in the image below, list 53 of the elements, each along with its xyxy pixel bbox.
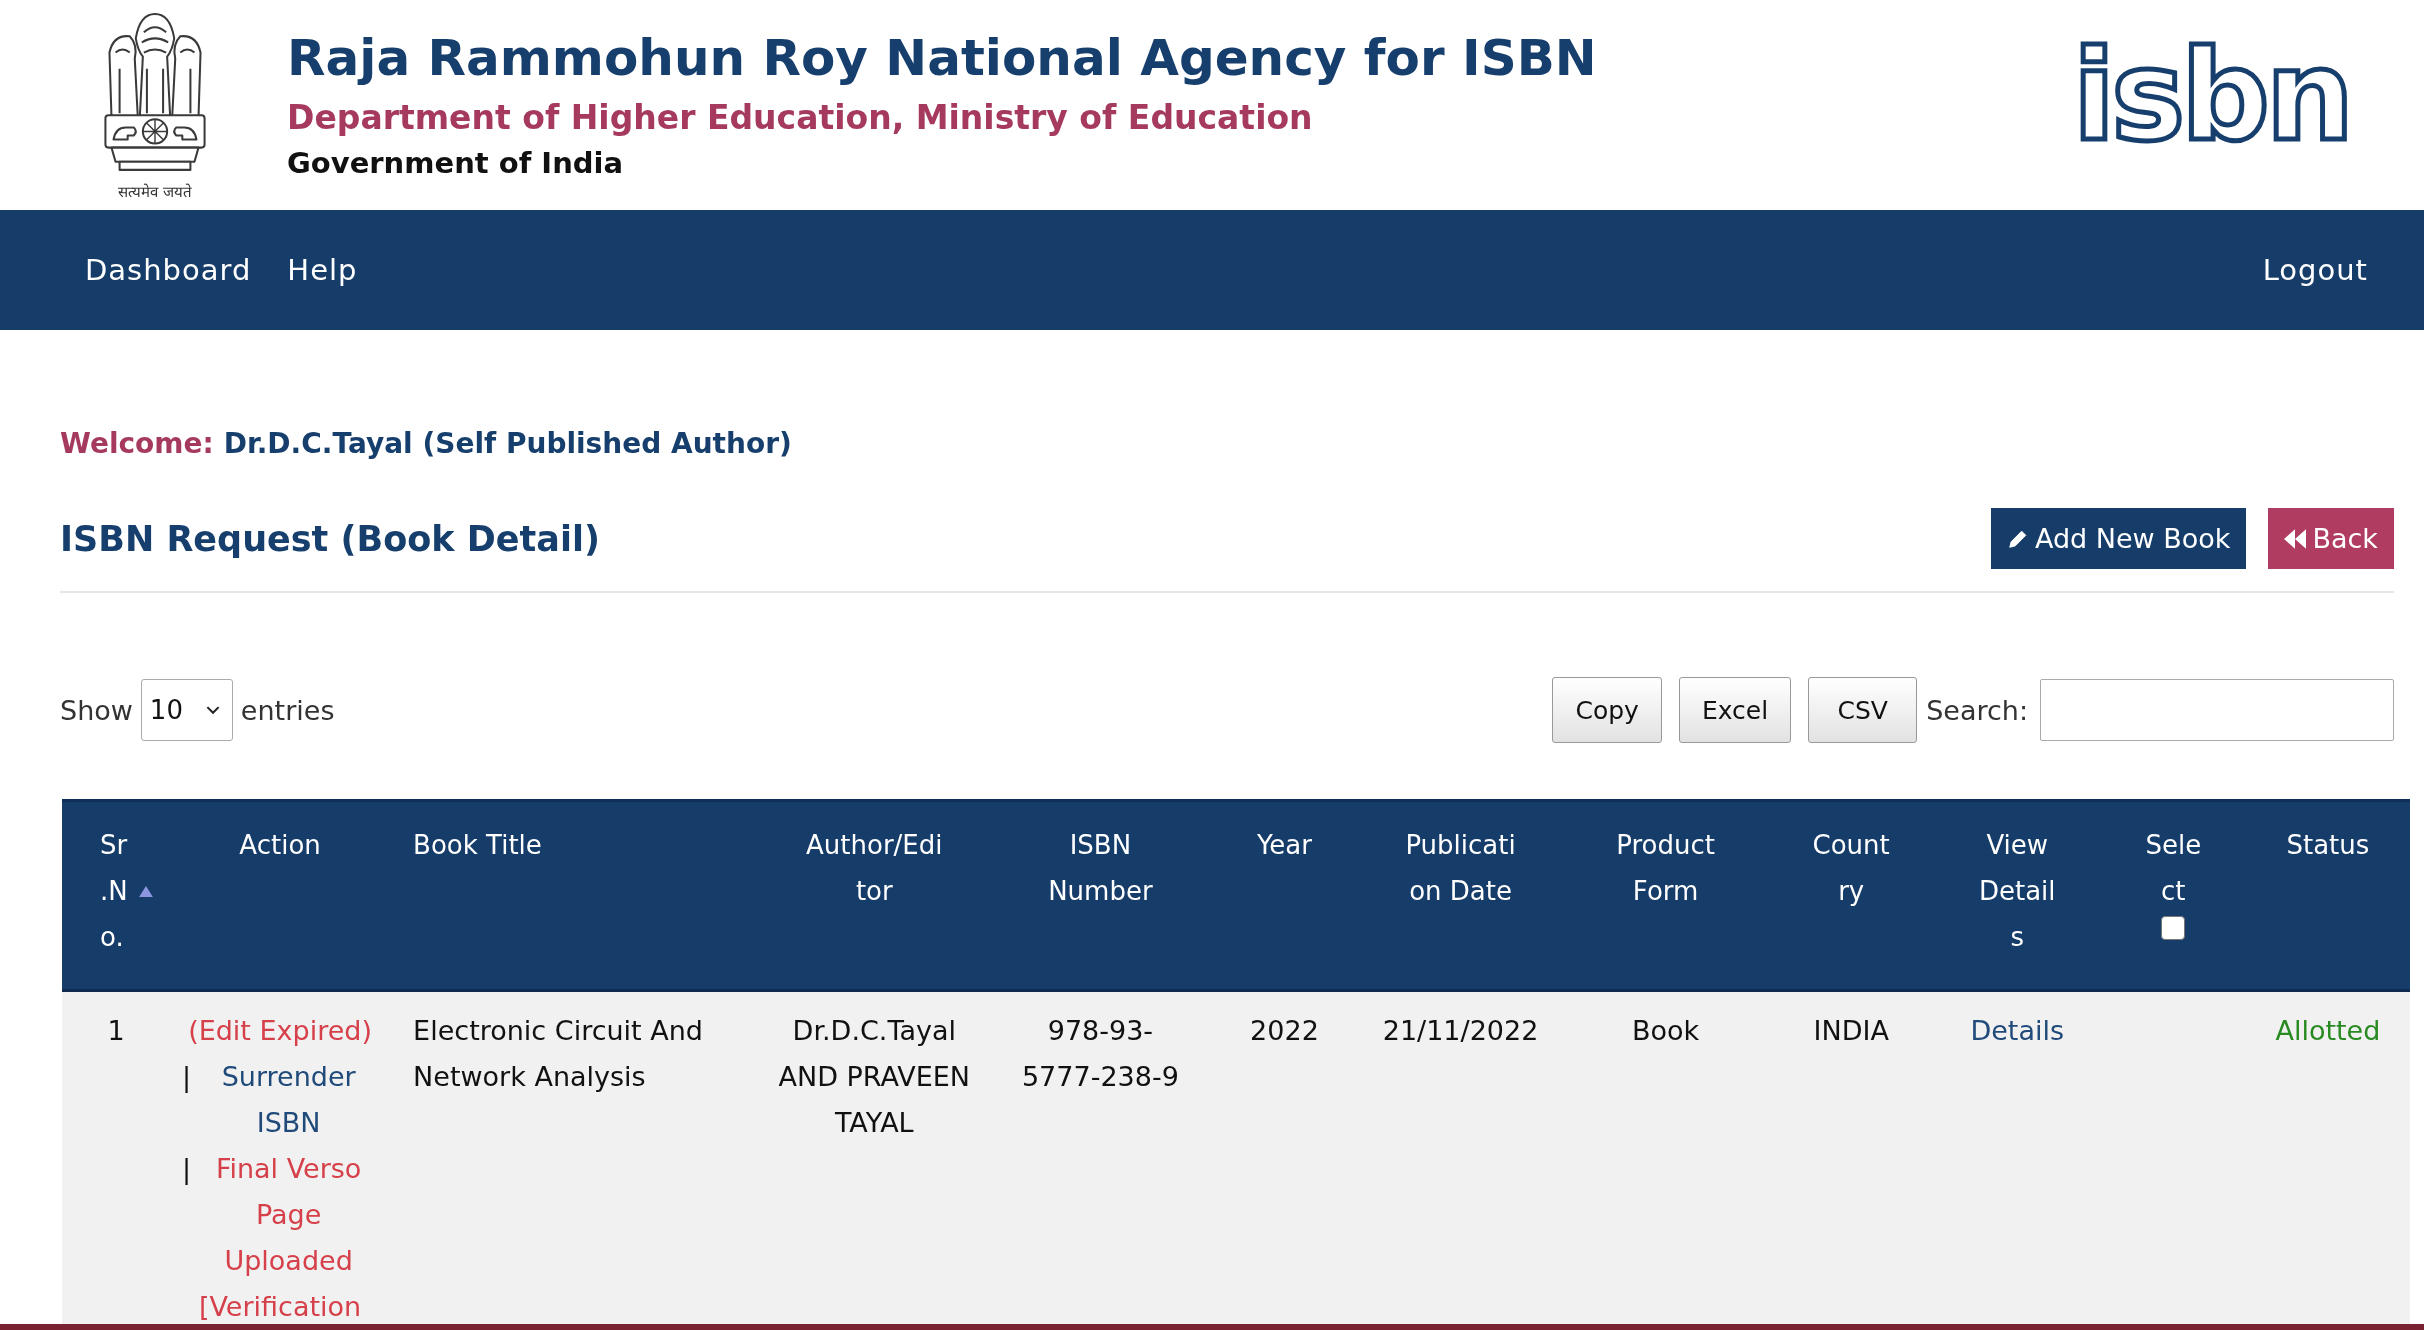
search-label: Search:: [1926, 694, 2028, 726]
export-button[interactable]: Copy: [1552, 677, 1662, 743]
chevron-down-icon: [205, 705, 220, 715]
column-header[interactable]: View Details: [1975, 822, 2059, 960]
sort-up-icon: [139, 885, 154, 897]
back-button[interactable]: Back: [2268, 508, 2394, 569]
emblem-motto: सत्यमेव जयते: [118, 182, 192, 202]
book-title: Electronic Circuit And Network Analysis: [413, 1015, 703, 1092]
publication-date: 21/11/2022: [1382, 1015, 1539, 1046]
department-subtitle: Department of Higher Education, Ministry of Education: [287, 97, 1314, 139]
agency-title: Raja Rammohun Roy National Agency for ISBN: [287, 28, 1597, 88]
show-label: Show: [60, 694, 133, 726]
country-text: INDIA: [1813, 1015, 1889, 1046]
double-arrow-left-icon: [2284, 528, 2307, 549]
nav-link[interactable]: Help: [287, 253, 358, 287]
column-header[interactable]: Status: [2286, 822, 2370, 868]
year-text: 2022: [1250, 1015, 1319, 1046]
action-link[interactable]: [Verification: [198, 1284, 362, 1324]
welcome-label: Welcome:: [60, 426, 214, 462]
column-header[interactable]: Country: [1810, 822, 1893, 914]
column-header[interactable]: Select: [2142, 822, 2205, 914]
product-form: Book: [1632, 1015, 1700, 1046]
status-text: Allotted: [2275, 1015, 2381, 1046]
column-header[interactable]: Action: [239, 822, 321, 868]
export-button[interactable]: CSV: [1808, 677, 1918, 743]
column-header[interactable]: Book Title: [413, 822, 542, 868]
column-header[interactable]: Year: [1256, 822, 1312, 868]
select-all-checkbox[interactable]: [2161, 916, 2186, 940]
entries-select[interactable]: 10: [140, 679, 233, 741]
search-field[interactable]: [2040, 679, 2394, 741]
column-header[interactable]: ISBN Number: [1035, 822, 1166, 914]
action-link[interactable]: Final Verso Page Uploaded: [199, 1146, 379, 1284]
row-number: 1: [107, 1015, 125, 1046]
entries-label: entries: [240, 694, 335, 726]
column-header[interactable]: Publication Date: [1397, 822, 1524, 914]
logout-link[interactable]: Logout: [2262, 253, 2368, 287]
column-header[interactable]: Product Form: [1600, 822, 1731, 914]
separator-text: |: [182, 1152, 192, 1187]
details-link[interactable]: Details: [1970, 1015, 2065, 1046]
author-name: Dr.D.C.Tayal AND PRAVEEN TAYAL: [778, 1015, 971, 1138]
column-header[interactable]: Author/Editor: [803, 822, 946, 914]
action-link[interactable]: Surrender ISBN: [199, 1054, 379, 1146]
action-link[interactable]: (Edit Expired): [188, 1008, 372, 1054]
add-book-button[interactable]: Add New Book: [1990, 508, 2247, 569]
government-text: Government of India: [287, 145, 625, 182]
separator-text: |: [182, 1060, 192, 1095]
nav-link[interactable]: Dashboard: [85, 253, 252, 287]
isbn-number: 978-93-5777-238-9: [1021, 1015, 1179, 1092]
page-title: ISBN Request (Book Detail): [60, 517, 600, 561]
user-name: Dr.D.C.Tayal (Self Published Author): [223, 426, 792, 462]
isbn-logo: isbn: [2072, 34, 2350, 158]
export-button[interactable]: Excel: [1678, 677, 1792, 743]
column-header[interactable]: Sr.No.: [100, 822, 154, 960]
